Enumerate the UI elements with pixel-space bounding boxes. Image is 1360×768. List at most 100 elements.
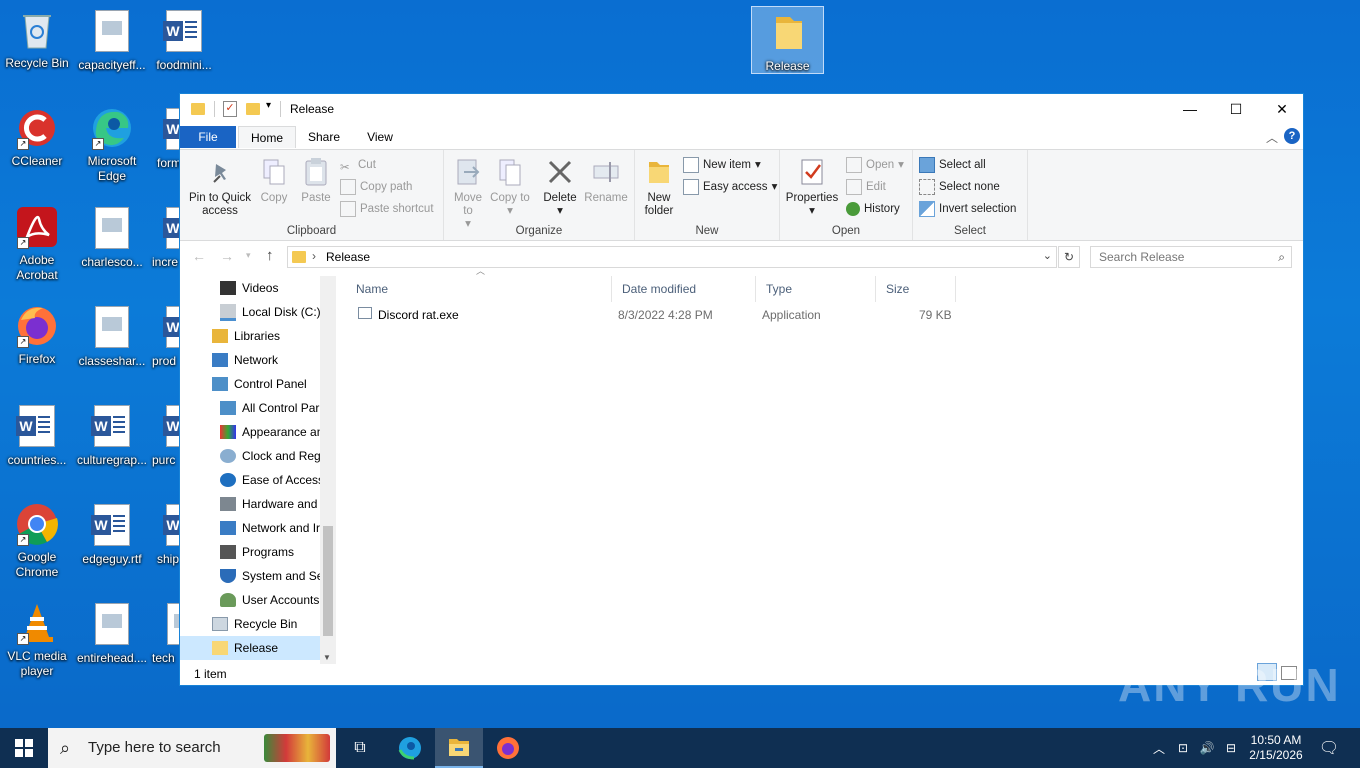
close-button[interactable]: ✕	[1259, 94, 1305, 124]
maximize-button[interactable]: ☐	[1213, 94, 1259, 124]
select-all-button[interactable]: Select all	[919, 155, 986, 175]
start-button[interactable]	[0, 728, 48, 768]
nav-item-network-internet[interactable]: Network and Ir	[220, 516, 320, 540]
refresh-icon[interactable]: ↻	[1058, 246, 1080, 268]
nav-item-clock-region[interactable]: Clock and Regi	[220, 444, 323, 468]
desktop-icon-countries[interactable]: W countries...	[1, 403, 73, 468]
desktop-icon-adobe-acrobat[interactable]: ↗ Adobe Acrobat	[1, 205, 73, 283]
properties-quick-icon[interactable]: ✓	[223, 101, 237, 117]
desktop-icon-edgeguy[interactable]: W edgeguy.rtf	[76, 502, 148, 567]
desktop-icon-classeshar[interactable]: classeshar...	[76, 304, 148, 369]
task-view-icon[interactable]: ⧉	[336, 728, 384, 768]
column-header-type[interactable]: Type	[756, 276, 876, 302]
cut-button[interactable]: ✂ Cut	[340, 155, 376, 175]
paste-button[interactable]: Paste	[296, 156, 336, 205]
desktop-icon-charlesco[interactable]: charlesco...	[76, 205, 148, 270]
new-item-button[interactable]: New item ▾	[683, 155, 761, 175]
nav-item-all-control-panel[interactable]: All Control Par	[220, 396, 319, 420]
select-none-button[interactable]: Select none	[919, 177, 1000, 197]
breadcrumb-separator-icon[interactable]: ›	[312, 249, 316, 263]
network-tray-icon[interactable]: ⊡	[1172, 728, 1194, 768]
videos-icon	[220, 281, 236, 295]
nav-item-control-panel[interactable]: Control Panel	[212, 372, 307, 396]
column-header-name[interactable]: Name	[346, 276, 612, 302]
nav-item-local-disk[interactable]: Local Disk (C:)	[220, 300, 321, 324]
windows-logo-icon	[15, 739, 33, 757]
nav-item-user-accounts[interactable]: User Accounts	[220, 588, 319, 612]
desktop-icon-foodmini[interactable]: W foodmini...	[148, 8, 220, 73]
show-hidden-icons-chevron-icon[interactable]: ︿	[1150, 728, 1168, 768]
tab-share[interactable]: Share	[298, 126, 350, 148]
copy-to-button[interactable]: Copy to ▾	[490, 156, 530, 218]
taskbar-search-input[interactable]: ⌕ Type here to search	[48, 728, 336, 768]
history-button[interactable]: History	[846, 199, 900, 219]
desktop-icon-firefox[interactable]: ↗ Firefox	[1, 304, 73, 367]
column-header-date-modified[interactable]: Date modified	[612, 276, 756, 302]
desktop-icon-recycle-bin[interactable]: Recycle Bin	[1, 8, 73, 71]
volume-icon[interactable]: 🔊	[1196, 728, 1218, 768]
nav-item-ease-of-access[interactable]: Ease of Access	[220, 468, 324, 492]
rename-button[interactable]: Rename	[582, 156, 630, 205]
nav-item-network[interactable]: Network	[212, 348, 278, 372]
desktop-icon-vlc[interactable]: ↗ VLC media player	[1, 601, 73, 679]
delete-button[interactable]: Delete ▾	[540, 156, 580, 218]
move-to-button[interactable]: Move to ▾	[448, 156, 488, 231]
desktop-icon-ccleaner[interactable]: ↗ CCleaner	[1, 106, 73, 169]
invert-selection-button[interactable]: Invert selection	[919, 199, 1016, 219]
taskbar-file-explorer-icon[interactable]	[435, 728, 483, 768]
nav-item-programs[interactable]: Programs	[220, 540, 294, 564]
search-input[interactable]: Search Release ⌕	[1090, 246, 1292, 268]
clock-icon	[220, 449, 236, 463]
minimize-button[interactable]: —	[1167, 94, 1213, 124]
notifications-network-icon[interactable]: ⊟	[1220, 728, 1242, 768]
nav-scrollbar[interactable]: ▼	[320, 276, 336, 664]
nav-item-libraries[interactable]: Libraries	[212, 324, 280, 348]
up-arrow-icon[interactable]: ↑	[266, 247, 274, 264]
desktop-icon-release[interactable]: Release	[751, 6, 824, 74]
nav-item-hardware[interactable]: Hardware and	[220, 492, 317, 516]
help-icon[interactable]: ?	[1284, 128, 1300, 144]
image-file-icon	[90, 603, 134, 647]
nav-item-release[interactable]: Release	[180, 636, 320, 660]
scroll-down-icon[interactable]: ▼	[323, 653, 331, 662]
desktop-icon-entirehead[interactable]: entirehead....	[76, 601, 148, 666]
edit-button[interactable]: Edit	[846, 177, 886, 197]
nav-item-appearance[interactable]: Appearance an	[220, 420, 323, 444]
nav-item-system-security[interactable]: System and Se	[220, 564, 323, 588]
taskbar-edge-icon[interactable]	[386, 728, 434, 768]
desktop-icon-capacityeff[interactable]: capacityeff...	[76, 8, 148, 73]
back-arrow-icon[interactable]: ←	[192, 248, 206, 264]
breadcrumb-release[interactable]: Release	[326, 250, 370, 264]
tab-home[interactable]: Home	[238, 126, 296, 148]
paste-shortcut-button[interactable]: Paste shortcut	[340, 199, 434, 219]
easy-access-button[interactable]: Easy access ▾	[683, 177, 777, 197]
new-folder-button[interactable]: New folder	[639, 156, 679, 218]
tab-view[interactable]: View	[354, 126, 406, 148]
file-list: ︿ Name Date modified Type Size Discord r…	[346, 266, 1303, 664]
nav-item-videos[interactable]: Videos	[220, 276, 278, 300]
clock[interactable]: 10:50 AM 2/15/2026	[1244, 728, 1308, 768]
copy-button[interactable]: Copy	[256, 156, 292, 205]
ribbon: Pin to Quick access Copy Paste ✂ Cut Copy…	[180, 149, 1303, 241]
desktop-icon-google-chrome[interactable]: ↗ Google Chrome	[1, 502, 73, 580]
taskbar-firefox-icon[interactable]	[484, 728, 532, 768]
collapse-ribbon-chevron-icon[interactable]: ︿	[1266, 129, 1278, 146]
address-dropdown-chevron-icon[interactable]: ⌄	[1043, 249, 1052, 262]
action-center-icon[interactable]: 🗨	[1314, 728, 1344, 768]
tab-file[interactable]: File	[180, 126, 236, 148]
recent-locations-chevron-icon[interactable]: ▾	[246, 250, 251, 261]
customize-toolbar-chevron-icon[interactable]: ▾	[266, 100, 271, 111]
column-header-size[interactable]: Size	[876, 276, 956, 302]
forward-arrow-icon[interactable]: →	[220, 248, 234, 264]
pin-to-quick-access-button[interactable]: Pin to Quick access	[186, 156, 254, 218]
explorer-window: ✓ ▾ Release — ☐ ✕ File Home Share View ︿…	[179, 93, 1304, 686]
address-bar[interactable]: › Release ⌄	[287, 246, 1057, 268]
properties-button[interactable]: Properties ▾	[782, 156, 842, 218]
nav-item-recycle-bin[interactable]: Recycle Bin	[212, 612, 297, 636]
scrollbar-thumb[interactable]	[323, 526, 333, 636]
desktop-icon-microsoft-edge[interactable]: ↗ Microsoft Edge	[76, 106, 148, 184]
copy-path-button[interactable]: Copy path	[340, 177, 412, 197]
desktop-icon-culturegrap[interactable]: W culturegrap...	[76, 403, 148, 468]
new-folder-quick-icon[interactable]	[246, 103, 260, 115]
open-button[interactable]: Open ▾	[846, 155, 904, 175]
